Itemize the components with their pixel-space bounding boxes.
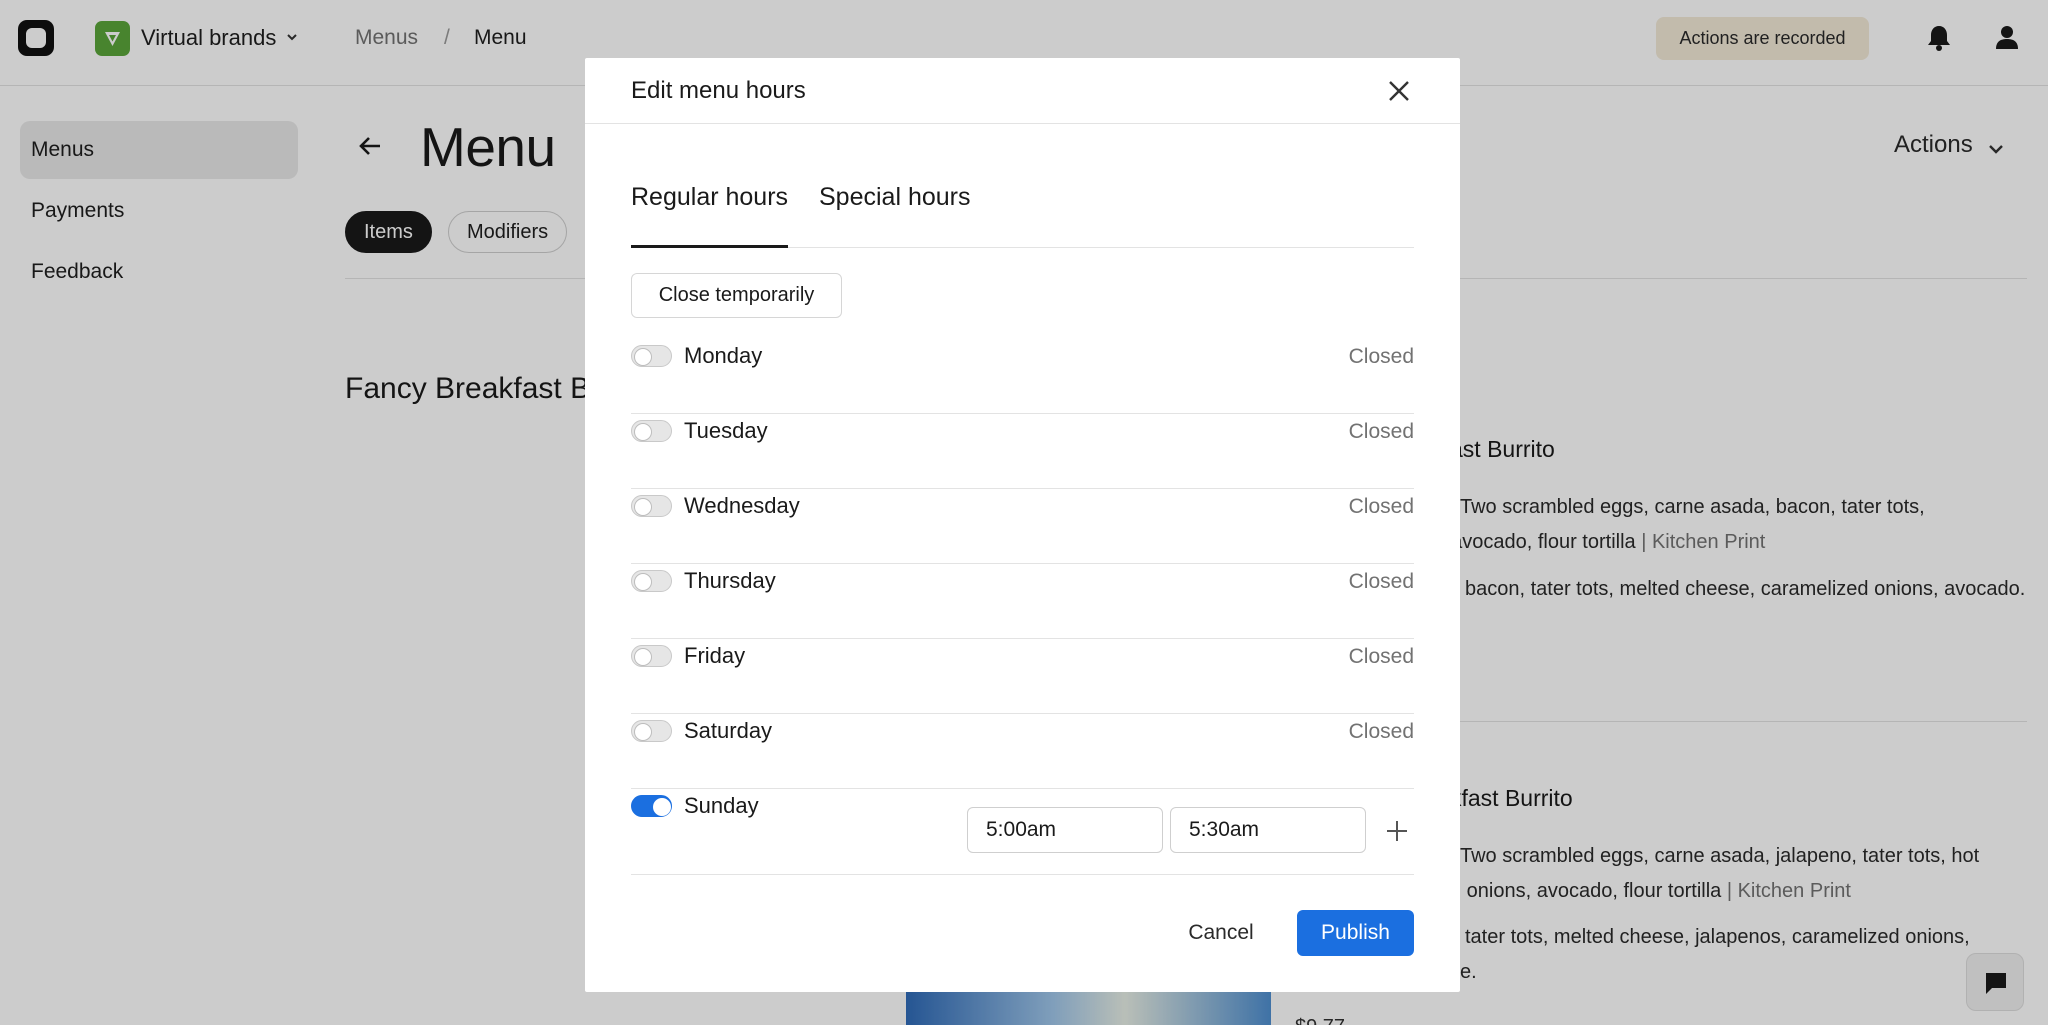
day-label: Tuesday: [684, 418, 768, 443]
day-label: Monday: [684, 343, 763, 368]
edit-menu-hours-dialog: Edit menu hours Regular hours Special ho…: [585, 58, 1460, 992]
day-row-thursday: Thursday Closed: [631, 564, 1414, 639]
day-row-wednesday: Wednesday Closed: [631, 489, 1414, 564]
day-toggle-friday[interactable]: [631, 645, 672, 667]
day-toggle-sunday[interactable]: [631, 795, 672, 817]
day-status: Closed: [1348, 345, 1414, 368]
day-toggle-wednesday[interactable]: [631, 495, 672, 517]
tab-special-hours[interactable]: Special hours: [819, 183, 970, 212]
day-row-sunday: Sunday 5:00am 5:30am: [631, 789, 1414, 875]
add-hours-icon[interactable]: [1385, 819, 1409, 843]
day-label: Saturday: [684, 718, 773, 743]
day-toggle-thursday[interactable]: [631, 570, 672, 592]
day-toggle-monday[interactable]: [631, 345, 672, 367]
dialog-title: Edit menu hours: [631, 77, 806, 104]
active-tab-indicator: [631, 245, 788, 248]
day-status: Closed: [1348, 570, 1414, 593]
divider: [585, 123, 1460, 124]
open-time-input[interactable]: 5:00am: [967, 807, 1163, 853]
day-status: Closed: [1348, 495, 1414, 518]
day-toggle-tuesday[interactable]: [631, 420, 672, 442]
day-label: Wednesday: [684, 493, 800, 518]
day-toggle-saturday[interactable]: [631, 720, 672, 742]
day-row-monday: Monday Closed: [631, 339, 1414, 414]
day-label: Thursday: [684, 568, 776, 593]
cancel-button[interactable]: Cancel: [1178, 910, 1264, 956]
day-status: Closed: [1348, 420, 1414, 443]
publish-button[interactable]: Publish: [1297, 910, 1414, 956]
day-row-saturday: Saturday Closed: [631, 714, 1414, 789]
day-label: Friday: [684, 643, 746, 668]
day-label: Sunday: [684, 793, 759, 818]
day-status: Closed: [1348, 720, 1414, 743]
tab-regular-hours[interactable]: Regular hours: [631, 183, 788, 212]
day-row-friday: Friday Closed: [631, 639, 1414, 714]
day-row-tuesday: Tuesday Closed: [631, 414, 1414, 489]
day-status: Closed: [1348, 645, 1414, 668]
close-temporarily-button[interactable]: Close temporarily: [631, 273, 842, 318]
close-icon[interactable]: [1383, 75, 1415, 107]
close-time-input[interactable]: 5:30am: [1170, 807, 1366, 853]
